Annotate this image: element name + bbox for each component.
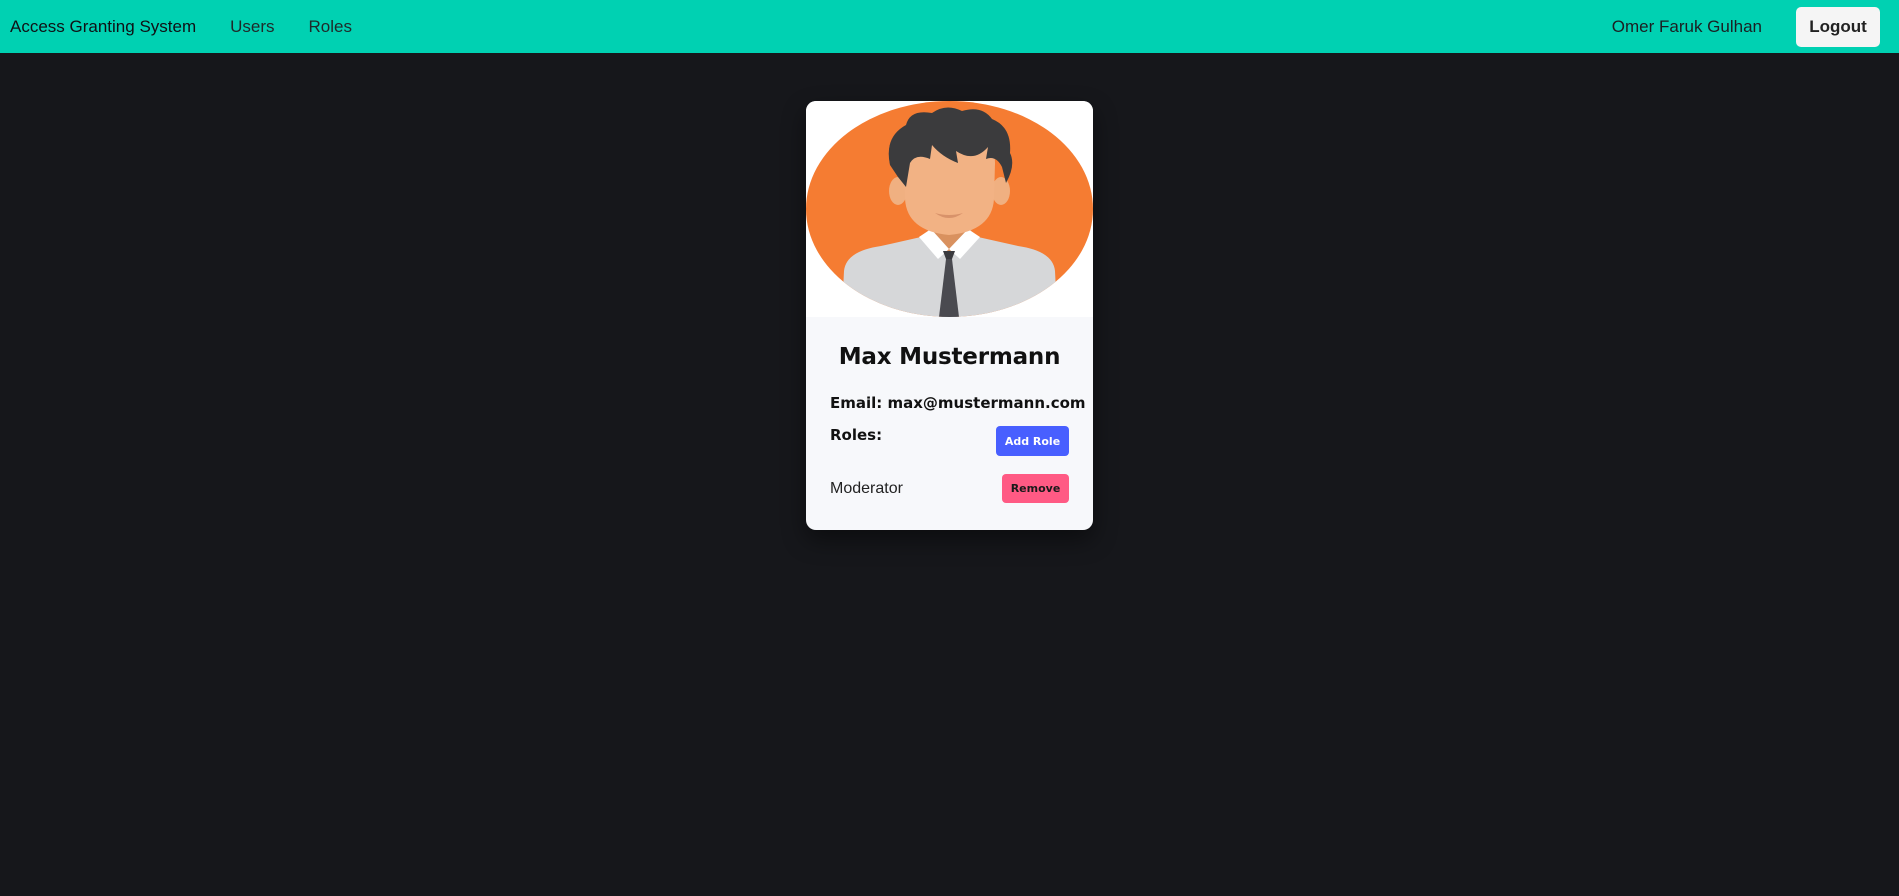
avatar-icon [806,101,1093,317]
add-role-button[interactable]: Add Role [996,426,1069,456]
user-full-name: Max Mustermann [838,344,1061,370]
nav-right: Omer Faruk Gulhan Logout [1612,6,1880,47]
user-email: Email: max@mustermann.com [830,394,1086,412]
remove-role-button[interactable]: Remove [1002,474,1069,503]
roles-header: Roles: Add Role [830,422,1069,456]
top-navbar: Access Granting System Users Roles Omer … [0,0,1899,53]
brand-link[interactable]: Access Granting System [10,17,196,37]
nav-link-roles[interactable]: Roles [309,17,352,37]
role-list-item: Moderator Remove [830,474,1069,503]
nav-link-users[interactable]: Users [230,17,274,37]
logout-button[interactable]: Logout [1796,6,1880,47]
roles-label: Roles: [830,426,883,444]
user-profile-card: Max Mustermann Email: max@mustermann.com… [806,101,1093,530]
avatar [806,101,1093,317]
role-name: Moderator [830,479,903,497]
current-user-name[interactable]: Omer Faruk Gulhan [1612,17,1762,37]
